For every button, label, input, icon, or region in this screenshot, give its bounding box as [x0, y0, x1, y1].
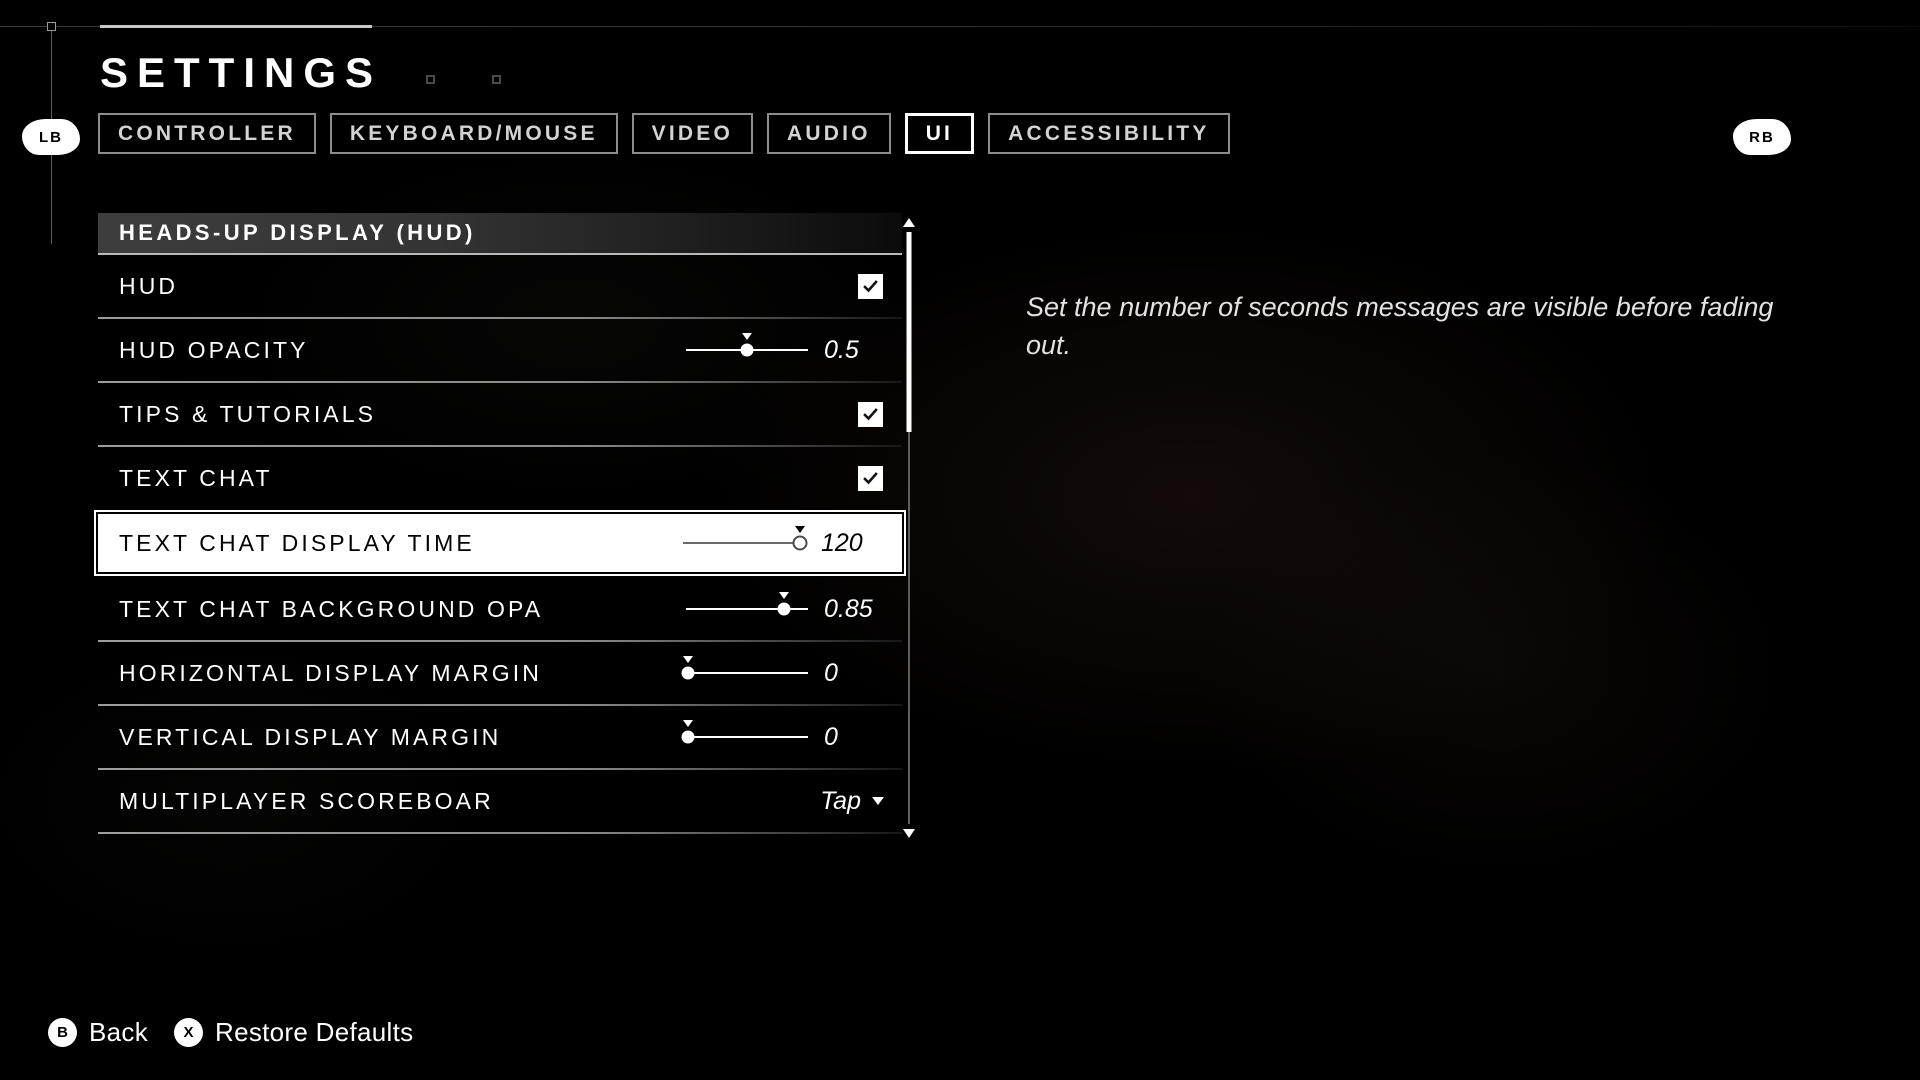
- slider-value: 0: [824, 658, 838, 687]
- slider-knob[interactable]: [681, 666, 695, 680]
- slider-knob[interactable]: [740, 343, 754, 357]
- setting-row-control: 0.85: [686, 578, 890, 640]
- setting-row-label: VERTICAL DISPLAY MARGIN: [119, 723, 502, 750]
- setting-row-control: 0: [681, 642, 890, 704]
- setting-row[interactable]: TEXT CHAT DISPLAY TIME 120: [94, 510, 906, 576]
- checkbox-toggle[interactable]: [858, 465, 883, 491]
- slider-control[interactable]: [686, 589, 808, 629]
- settings-list: HEADS-UP DISPLAY (HUD) HUD HUD OPACITY 0.5…: [94, 213, 906, 834]
- setting-row[interactable]: HUD: [98, 255, 902, 319]
- slider-control[interactable]: [686, 330, 808, 370]
- scroll-down-arrow-icon[interactable]: [903, 829, 915, 838]
- settings-tab-bar: CONTROLLER KEYBOARD/MOUSE VIDEO AUDIO UI ACCE…: [98, 113, 1230, 154]
- slider-position-marker-icon: [795, 526, 806, 533]
- setting-row-label: TEXT CHAT BACKGROUND OPA: [119, 595, 544, 622]
- tab-controller[interactable]: CONTROLLER: [98, 113, 316, 154]
- tab-keyboard-mouse[interactable]: KEYBOARD/MOUSE: [329, 113, 618, 154]
- footer-action-restore-defaults[interactable]: X Restore Defaults: [174, 1017, 413, 1048]
- setting-row[interactable]: VERTICAL DISPLAY MARGIN 0: [98, 706, 902, 770]
- setting-row-label: HORIZONTAL DISPLAY MARGIN: [119, 659, 542, 686]
- setting-row-control: 0: [681, 706, 890, 768]
- button-glyph-b-icon: B: [48, 1018, 77, 1047]
- setting-row-control: 0.5: [686, 319, 890, 381]
- slider-value: 0.85: [824, 594, 873, 623]
- slider-value: 120: [821, 528, 863, 557]
- title-decor-square-2: [492, 75, 501, 84]
- setting-row-control: 120: [683, 517, 887, 569]
- footer-action-label: Back: [89, 1017, 149, 1047]
- section-header-hud: HEADS-UP DISPLAY (HUD): [98, 213, 902, 255]
- page-title: SETTINGS: [100, 49, 383, 96]
- slider-control[interactable]: [681, 717, 808, 757]
- footer-action-label: Restore Defaults: [215, 1017, 414, 1047]
- setting-row-label: HUD OPACITY: [119, 336, 309, 363]
- slider-position-marker-icon: [683, 656, 694, 663]
- setting-row-control: [858, 447, 890, 509]
- right-bumper-badge[interactable]: RB: [1733, 119, 1791, 155]
- footer-action-bar: B Back X Restore Defaults: [48, 1017, 413, 1048]
- scrollbar-thumb[interactable]: [906, 232, 912, 432]
- slider-position-marker-icon: [742, 333, 752, 340]
- setting-row-label: TIPS & TUTORIALS: [119, 400, 377, 427]
- tab-accessibility[interactable]: ACCESSIBILITY: [988, 113, 1230, 154]
- setting-row-control: Tap: [820, 770, 890, 832]
- chevron-down-icon[interactable]: [872, 797, 884, 805]
- slider-knob[interactable]: [777, 602, 791, 616]
- setting-row[interactable]: TEXT CHAT: [98, 447, 902, 511]
- tab-ui[interactable]: UI: [904, 113, 975, 154]
- footer-action-back[interactable]: B Back: [48, 1017, 148, 1048]
- setting-row-control: [858, 255, 890, 317]
- checkmark-icon: [863, 407, 878, 420]
- checkmark-icon: [863, 471, 878, 484]
- slider-control[interactable]: [681, 653, 808, 693]
- setting-row[interactable]: MULTIPLAYER SCOREBOAR Tap: [98, 770, 902, 834]
- checkmark-icon: [863, 279, 878, 292]
- scroll-up-arrow-icon[interactable]: [903, 218, 915, 227]
- slider-track[interactable]: [686, 736, 808, 738]
- slider-position-marker-icon: [778, 592, 789, 599]
- setting-description-text: Set the number of seconds messages are v…: [1026, 292, 1774, 361]
- setting-row[interactable]: TEXT CHAT BACKGROUND OPA 0.85: [98, 578, 902, 642]
- slider-position-marker-icon: [683, 720, 694, 727]
- setting-row[interactable]: HUD OPACITY 0.5: [98, 319, 902, 383]
- tab-audio[interactable]: AUDIO: [767, 113, 891, 154]
- checkbox-toggle[interactable]: [858, 401, 883, 427]
- setting-row-control: [858, 383, 890, 445]
- title-decor-square-1: [426, 75, 435, 84]
- dropdown-select[interactable]: Tap: [820, 787, 890, 816]
- top-accent-line: [100, 25, 372, 28]
- setting-row[interactable]: TIPS & TUTORIALS: [98, 383, 902, 447]
- slider-track[interactable]: [683, 542, 805, 544]
- setting-row-label: TEXT CHAT: [119, 464, 273, 491]
- slider-control[interactable]: [683, 523, 808, 563]
- button-glyph-x-icon: X: [174, 1018, 204, 1047]
- checkbox-toggle[interactable]: [858, 273, 883, 299]
- setting-row[interactable]: HORIZONTAL DISPLAY MARGIN 0: [98, 642, 902, 706]
- setting-row-label: TEXT CHAT DISPLAY TIME: [119, 529, 475, 556]
- slider-value: 0: [824, 722, 838, 751]
- setting-row-label: MULTIPLAYER SCOREBOAR: [119, 787, 494, 814]
- tab-video[interactable]: VIDEO: [631, 113, 754, 154]
- slider-knob[interactable]: [681, 730, 695, 744]
- left-bumper-badge[interactable]: LB: [22, 119, 80, 155]
- section-header-label: HEADS-UP DISPLAY (HUD): [119, 220, 476, 245]
- slider-track[interactable]: [686, 672, 808, 674]
- slider-knob[interactable]: [792, 535, 808, 551]
- left-guide-node-marker: [47, 22, 56, 31]
- slider-value: 0.5: [824, 335, 859, 364]
- dropdown-selected-value: Tap: [820, 786, 861, 815]
- setting-row-label: HUD: [119, 272, 179, 299]
- settings-list-scrollbar[interactable]: [902, 218, 916, 838]
